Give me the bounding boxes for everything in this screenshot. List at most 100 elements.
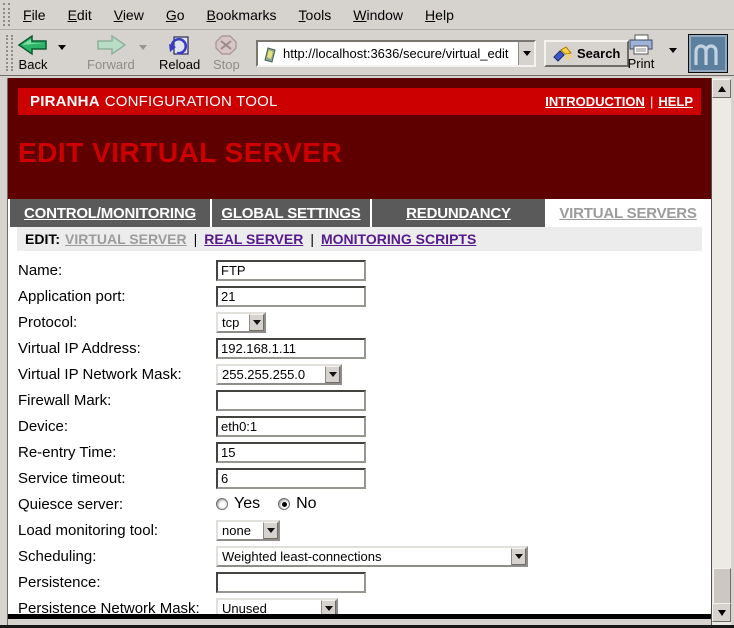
- menu-window[interactable]: Window: [348, 5, 408, 25]
- menu-edit[interactable]: Edit: [63, 5, 97, 25]
- field-label: Virtual IP Address:: [18, 340, 216, 357]
- field-label: Scheduling:: [18, 548, 216, 565]
- back-arrow-icon: [17, 34, 49, 56]
- page-title: EDIT VIRTUAL SERVER: [18, 137, 711, 169]
- selected-value: Weighted least-connections: [218, 549, 511, 564]
- tab-global-settings[interactable]: GLOBAL SETTINGS: [212, 199, 372, 227]
- form-row-re-entry-time: Re-entry Time:: [17, 439, 702, 465]
- toolbar-grip[interactable]: [6, 35, 13, 71]
- menu-bar: File Edit View Go Bookmarks Tools Window Help: [0, 0, 734, 30]
- menu-bookmarks[interactable]: Bookmarks: [202, 5, 282, 25]
- radio-quiesce-server-yes[interactable]: [216, 498, 228, 510]
- reload-label: Reload: [159, 57, 200, 72]
- select-virtual-ip-network-mask[interactable]: 255.255.255.0: [216, 364, 342, 385]
- field-label: Firewall Mark:: [18, 392, 216, 409]
- subnav-link-virtual-server[interactable]: VIRTUAL SERVER: [65, 231, 187, 247]
- form-row-firewall-mark: Firewall Mark:: [17, 387, 702, 413]
- field-label: Quiesce server:: [18, 496, 216, 513]
- search-button[interactable]: Search: [544, 40, 629, 67]
- dropdown-arrow-button[interactable]: [263, 522, 278, 539]
- menu-view[interactable]: View: [109, 5, 149, 25]
- field-label: Virtual IP Network Mask:: [18, 366, 216, 383]
- scroll-up-button[interactable]: [712, 79, 731, 98]
- tab-virtual-servers[interactable]: VIRTUAL SERVERS: [547, 199, 709, 227]
- subnav-links: VIRTUAL SERVER | REAL SERVER | MONITORING SC…: [65, 231, 476, 247]
- dropdown-arrow-button[interactable]: [511, 548, 526, 565]
- input-device[interactable]: [216, 416, 366, 437]
- url-dropdown-icon: [523, 51, 531, 56]
- menu-tools[interactable]: Tools: [294, 5, 337, 25]
- radio-quiesce-server-no[interactable]: [278, 498, 290, 510]
- field-label: Persistence:: [18, 574, 216, 591]
- dropdown-arrow-button[interactable]: [249, 314, 264, 331]
- form-row-virtual-ip-address: Virtual IP Address:: [17, 335, 702, 361]
- chevron-down-icon: [515, 554, 523, 559]
- select-persistence-network-mask[interactable]: Unused: [216, 598, 338, 615]
- form-row-persistence-network-mask: Persistence Network Mask:Unused: [17, 595, 702, 614]
- vertical-scrollbar[interactable]: [711, 78, 731, 625]
- tab-control-monitoring[interactable]: CONTROL/MONITORING: [10, 199, 212, 227]
- select-scheduling[interactable]: Weighted least-connections: [216, 546, 528, 567]
- scrollbar-thumb[interactable]: [713, 568, 731, 604]
- menu-go[interactable]: Go: [161, 5, 190, 25]
- chevron-down-icon: [267, 528, 275, 533]
- scroll-down-button[interactable]: [712, 603, 731, 622]
- form-row-virtual-ip-network-mask: Virtual IP Network Mask:255.255.255.0: [17, 361, 702, 387]
- header-nav-separator: |: [650, 94, 653, 109]
- subnav-separator: |: [194, 231, 198, 247]
- reload-button[interactable]: Reload: [156, 33, 203, 73]
- mozilla-logo[interactable]: [688, 34, 728, 73]
- forward-button[interactable]: Forward: [84, 33, 138, 73]
- input-name[interactable]: [216, 260, 366, 281]
- print-button[interactable]: Print: [624, 33, 658, 72]
- chevron-down-icon: [329, 372, 337, 377]
- tab-redundancy[interactable]: REDUNDANCY: [372, 199, 547, 227]
- page-bookmark-icon: [261, 45, 279, 63]
- app-title-rest: CONFIGURATION TOOL: [105, 93, 278, 110]
- app-title: PIRANHA CONFIGURATION TOOL: [30, 93, 278, 110]
- dropdown-arrow-button[interactable]: [325, 366, 340, 383]
- radio-label: No: [296, 495, 316, 513]
- select-load-monitoring-tool[interactable]: none: [216, 520, 280, 541]
- back-button[interactable]: Back: [14, 33, 52, 73]
- input-service-timeout[interactable]: [216, 468, 366, 489]
- page-footer-rule: [8, 614, 711, 619]
- subnav-link-real-server[interactable]: REAL SERVER: [204, 231, 303, 247]
- menu-help[interactable]: Help: [420, 5, 459, 25]
- menu-file[interactable]: File: [18, 5, 51, 25]
- input-persistence[interactable]: [216, 572, 366, 593]
- input-virtual-ip-address[interactable]: [216, 338, 366, 359]
- dropdown-arrow-button[interactable]: [321, 600, 336, 615]
- back-dropdown-icon[interactable]: [58, 45, 66, 50]
- stop-button[interactable]: Stop: [210, 33, 243, 73]
- print-dropdown-icon[interactable]: [669, 48, 677, 53]
- print-label: Print: [628, 56, 655, 71]
- form-row-protocol: Protocol:tcp: [17, 309, 702, 335]
- form-row-name: Name:: [17, 257, 702, 283]
- form-row-load-monitoring-tool: Load monitoring tool:none: [17, 517, 702, 543]
- browser-content: PIRANHA CONFIGURATION TOOL INTRODUCTION | H…: [0, 78, 734, 625]
- forward-dropdown-icon[interactable]: [139, 45, 147, 50]
- app-title-brand: PIRANHA: [30, 93, 100, 110]
- stop-icon: [214, 34, 238, 56]
- field-label: Device:: [18, 418, 216, 435]
- form-row-scheduling: Scheduling:Weighted least-connections: [17, 543, 702, 569]
- input-application-port[interactable]: [216, 286, 366, 307]
- app-header: PIRANHA CONFIGURATION TOOL INTRODUCTION | H…: [18, 88, 701, 115]
- url-dropdown-button[interactable]: [518, 42, 534, 65]
- form-row-service-timeout: Service timeout:: [17, 465, 702, 491]
- selected-value: 255.255.255.0: [218, 367, 325, 382]
- input-firewall-mark[interactable]: [216, 390, 366, 411]
- form-row-quiesce-server: Quiesce server: Yes No: [17, 491, 702, 517]
- stop-label: Stop: [213, 57, 240, 72]
- subnav-link-monitoring-scripts[interactable]: MONITORING SCRIPTS: [321, 231, 476, 247]
- url-input[interactable]: [281, 46, 518, 61]
- select-protocol[interactable]: tcp: [216, 312, 266, 333]
- radio-label: Yes: [234, 495, 260, 513]
- help-link[interactable]: HELP: [658, 94, 693, 109]
- introduction-link[interactable]: INTRODUCTION: [545, 94, 645, 109]
- field-label: Re-entry Time:: [18, 444, 216, 461]
- subnav-separator: |: [310, 231, 314, 247]
- toolbar-grip[interactable]: [3, 3, 10, 26]
- input-re-entry-time[interactable]: [216, 442, 366, 463]
